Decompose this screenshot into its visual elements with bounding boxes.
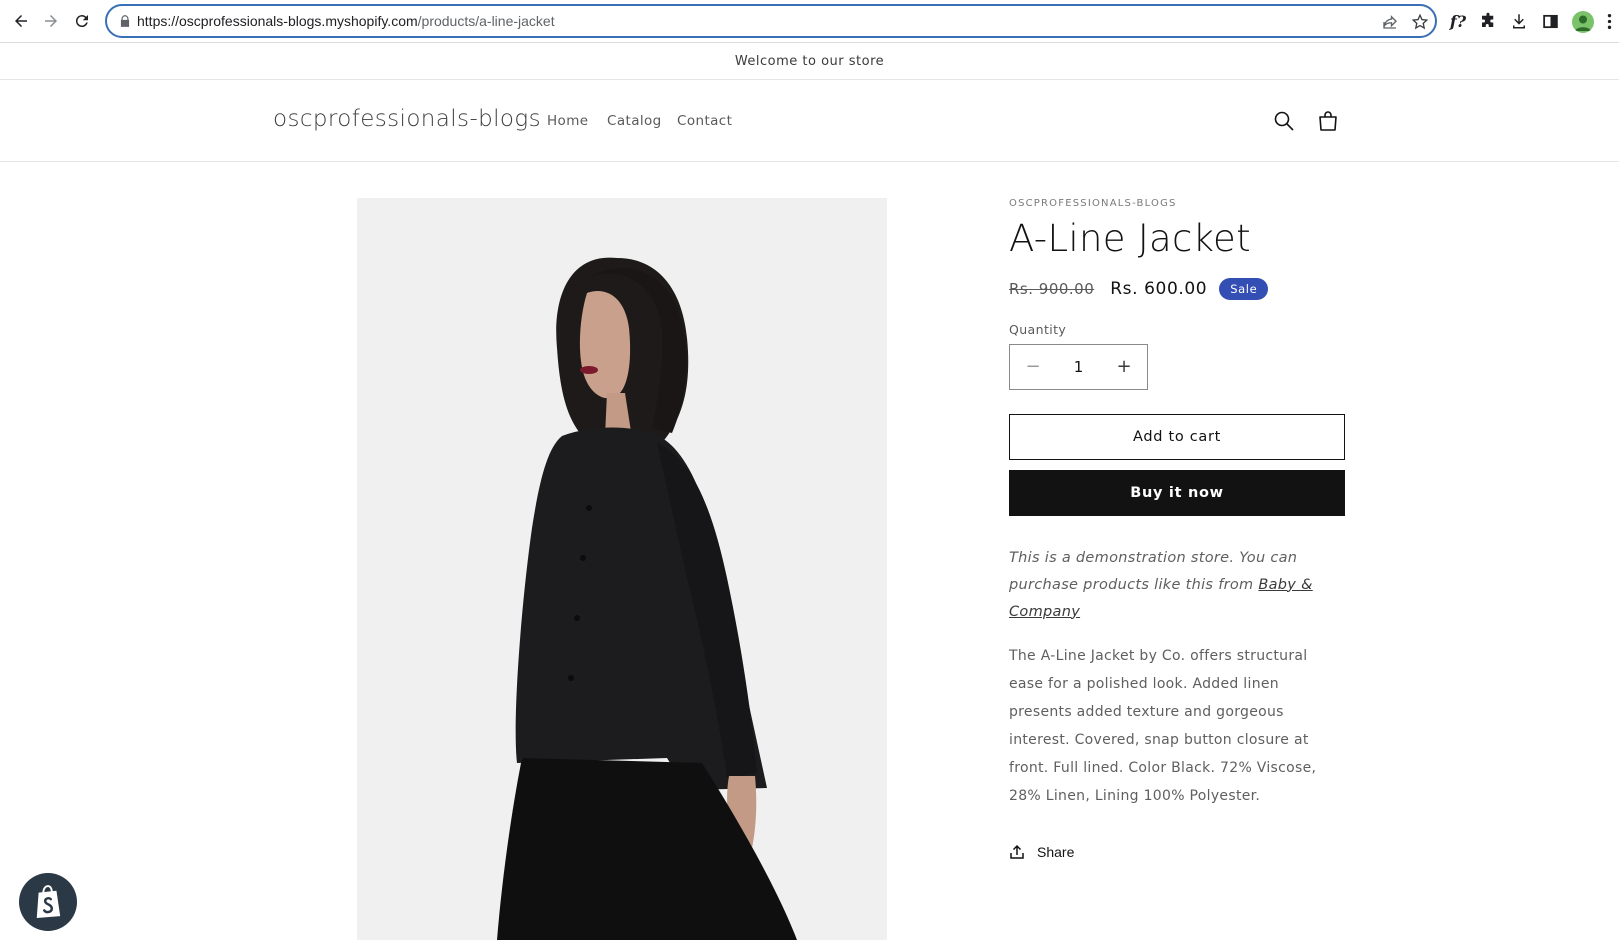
product-photo-jacket-model <box>357 198 887 940</box>
quantity-label: Quantity <box>1009 321 1067 337</box>
forward-icon[interactable] <box>41 11 61 31</box>
reload-icon[interactable] <box>72 11 92 31</box>
more-menu-icon[interactable] <box>1603 11 1615 31</box>
store-logo[interactable]: oscprofessionals-blogs <box>273 106 541 132</box>
product-image[interactable] <box>357 198 887 940</box>
quantity-stepper: − 1 + <box>1009 343 1148 390</box>
share-label: Share <box>1037 843 1075 860</box>
search-icon[interactable] <box>1272 109 1296 133</box>
shopify-badge-button[interactable] <box>19 873 77 931</box>
demo-store-text: This is a demonstration store. You can p… <box>1009 549 1298 593</box>
store-header: oscprofessionals-blogs Home Catalog Cont… <box>0 80 1619 162</box>
share-page-icon[interactable] <box>1381 13 1399 31</box>
announcement-text: Welcome to our store <box>734 53 885 69</box>
extensions-puzzle-icon[interactable] <box>1478 11 1498 31</box>
nav-link-home[interactable]: Home <box>547 113 588 129</box>
address-bar[interactable]: https://oscprofessionals-blogs.myshopify… <box>105 4 1437 38</box>
share-button[interactable]: Share <box>1009 844 1345 860</box>
nav-link-catalog[interactable]: Catalog <box>607 113 662 129</box>
quantity-increase-button[interactable]: + <box>1101 345 1147 389</box>
product-title: A-Line Jacket <box>1009 217 1251 260</box>
regular-price: Rs. 900.00 <box>1009 279 1095 298</box>
sale-price: Rs. 600.00 <box>1110 278 1208 299</box>
lock-icon[interactable] <box>118 14 132 28</box>
product-description: The A-Line Jacket by Co. offers structur… <box>1009 647 1317 804</box>
cart-icon[interactable] <box>1316 109 1340 133</box>
price-row: Rs. 900.00 Rs. 600.00 Sale <box>1009 277 1345 300</box>
profile-avatar-icon[interactable] <box>1572 11 1594 33</box>
nav-link-contact[interactable]: Contact <box>677 113 732 129</box>
shopify-bag-icon <box>36 885 61 918</box>
quantity-decrease-button[interactable]: − <box>1010 345 1056 389</box>
product-info: OSCPROFESSIONALS-BLOGS A-Line Jacket Rs.… <box>1009 198 1345 860</box>
side-panel-icon[interactable] <box>1540 11 1560 31</box>
product-vendor: OSCPROFESSIONALS-BLOGS <box>1009 198 1177 209</box>
download-icon[interactable] <box>1509 11 1529 31</box>
quantity-input[interactable]: 1 <box>1074 358 1084 376</box>
extension-fx-icon[interactable]: f? <box>1448 11 1468 31</box>
sale-badge: Sale <box>1219 277 1269 300</box>
buy-now-button[interactable]: Buy it now <box>1009 469 1345 516</box>
announcement-bar: Welcome to our store <box>0 43 1619 80</box>
share-icon <box>1010 844 1024 859</box>
bookmark-star-icon[interactable] <box>1411 13 1429 31</box>
browser-toolbar: https://oscprofessionals-blogs.myshopify… <box>0 0 1619 43</box>
add-to-cart-button[interactable]: Add to cart <box>1009 413 1345 460</box>
back-icon[interactable] <box>11 11 31 31</box>
url-text[interactable]: https://oscprofessionals-blogs.myshopify… <box>137 13 555 29</box>
demo-store-note: This is a demonstration store. You can p… <box>1009 545 1345 626</box>
